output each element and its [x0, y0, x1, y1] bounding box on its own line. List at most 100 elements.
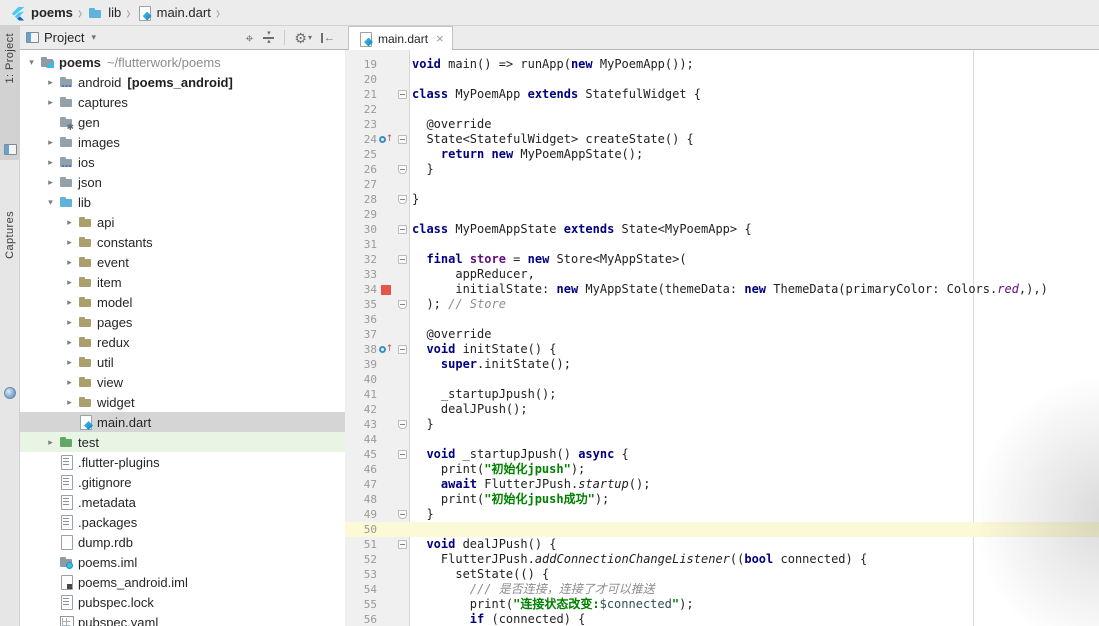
code-line-31[interactable]: 31: [345, 237, 1099, 252]
line-number[interactable]: 34: [345, 282, 377, 297]
line-number[interactable]: 43: [345, 417, 377, 432]
expand-arrow[interactable]: ▸: [62, 297, 77, 308]
code-line-22[interactable]: 22: [345, 102, 1099, 117]
line-number[interactable]: 32: [345, 252, 377, 267]
sidebar-tab-captures[interactable]: Captures: [0, 204, 20, 404]
fold-end-icon[interactable]: [397, 195, 407, 204]
line-number[interactable]: 35: [345, 297, 377, 312]
override-method-icon[interactable]: ↑: [378, 135, 393, 144]
expand-arrow[interactable]: ▸: [43, 97, 58, 108]
expand-arrow[interactable]: ▸: [62, 237, 77, 248]
breadcrumb-item-poems[interactable]: poems: [8, 0, 75, 25]
line-number[interactable]: 30: [345, 222, 377, 237]
code-line-23[interactable]: 23 @override: [345, 117, 1099, 132]
line-number[interactable]: 44: [345, 432, 377, 447]
tree-item-poems-iml[interactable]: poems.iml: [20, 552, 345, 572]
tree-item-gen[interactable]: ✱ gen: [20, 112, 345, 132]
code-line-27[interactable]: 27: [345, 177, 1099, 192]
tree-item-constants[interactable]: ▸ constants: [20, 232, 345, 252]
tree-item-captures[interactable]: ▸ captures: [20, 92, 345, 112]
code-line-43[interactable]: 43 }: [345, 417, 1099, 432]
code-line-48[interactable]: 48 print("初始化jpush成功");: [345, 492, 1099, 507]
tree-item-api[interactable]: ▸ api: [20, 212, 345, 232]
expand-arrow[interactable]: ▾: [43, 197, 58, 208]
fold-end-icon[interactable]: [397, 420, 407, 429]
line-number[interactable]: 53: [345, 567, 377, 582]
locate-icon[interactable]: ⌖: [246, 31, 254, 45]
tree-item-json[interactable]: ▸ json: [20, 172, 345, 192]
tree-item-view[interactable]: ▸ view: [20, 372, 345, 392]
code-line-34[interactable]: 34 initialState: new MyAppState(themeDat…: [345, 282, 1099, 297]
tree-item-dump-rdb[interactable]: dump.rdb: [20, 532, 345, 552]
line-number[interactable]: 45: [345, 447, 377, 462]
code-line-56[interactable]: 56 if (connected) {: [345, 612, 1099, 626]
expand-arrow[interactable]: ▸: [62, 317, 77, 328]
code-line-51[interactable]: 51 void dealJPush() {: [345, 537, 1099, 552]
code-line-30[interactable]: 30 class MyPoemAppState extends State<MyP…: [345, 222, 1099, 237]
project-view-dropdown[interactable]: Project: [44, 30, 84, 45]
code-line-53[interactable]: 53 setState(() {: [345, 567, 1099, 582]
expand-arrow[interactable]: ▸: [62, 397, 77, 408]
line-number[interactable]: 50: [345, 522, 377, 537]
expand-arrow[interactable]: ▾: [24, 57, 39, 68]
line-number[interactable]: 56: [345, 612, 377, 626]
fold-collapse-icon[interactable]: [397, 255, 407, 264]
tree-item-util[interactable]: ▸ util: [20, 352, 345, 372]
line-number[interactable]: 40: [345, 372, 377, 387]
line-number[interactable]: 52: [345, 552, 377, 567]
line-number[interactable]: 24: [345, 132, 377, 147]
line-number[interactable]: 46: [345, 462, 377, 477]
line-number[interactable]: 23: [345, 117, 377, 132]
fold-collapse-icon[interactable]: [397, 90, 407, 99]
expand-arrow[interactable]: ▸: [43, 177, 58, 188]
line-number[interactable]: 19: [345, 57, 377, 72]
line-number[interactable]: 20: [345, 72, 377, 87]
tree-item-android[interactable]: ▸ android [poems_android]: [20, 72, 345, 92]
fold-end-icon[interactable]: [397, 165, 407, 174]
line-number[interactable]: 33: [345, 267, 377, 282]
line-number[interactable]: 29: [345, 207, 377, 222]
code-line-20[interactable]: 20: [345, 72, 1099, 87]
override-method-icon[interactable]: ↑: [378, 345, 393, 354]
line-number[interactable]: 25: [345, 147, 377, 162]
line-number[interactable]: 21: [345, 87, 377, 102]
expand-arrow[interactable]: ▸: [62, 357, 77, 368]
tree-item--gitignore[interactable]: .gitignore: [20, 472, 345, 492]
fold-collapse-icon[interactable]: [397, 225, 407, 234]
tree-item-redux[interactable]: ▸ redux: [20, 332, 345, 352]
hide-panel-icon[interactable]: ←: [321, 32, 335, 43]
line-number[interactable]: 36: [345, 312, 377, 327]
line-number[interactable]: 37: [345, 327, 377, 342]
code-line-25[interactable]: 25 return new MyPoemAppState();: [345, 147, 1099, 162]
tree-item--flutter-plugins[interactable]: .flutter-plugins: [20, 452, 345, 472]
tree-item-poems[interactable]: ▾ poems ~/flutterwork/poems: [20, 52, 345, 72]
code-line-26[interactable]: 26 }: [345, 162, 1099, 177]
code-line-54[interactable]: 54 /// 是否连接，连接了才可以推送: [345, 582, 1099, 597]
code-line-42[interactable]: 42 dealJPush();: [345, 402, 1099, 417]
sidebar-tab-project[interactable]: 1: Project: [0, 26, 20, 160]
tree-item-ios[interactable]: ▸ ios: [20, 152, 345, 172]
code-line-33[interactable]: 33 appReducer,: [345, 267, 1099, 282]
line-number[interactable]: 47: [345, 477, 377, 492]
code-line-47[interactable]: 47 await FlutterJPush.startup();: [345, 477, 1099, 492]
line-number[interactable]: 26: [345, 162, 377, 177]
code-line-29[interactable]: 29: [345, 207, 1099, 222]
expand-arrow[interactable]: ▸: [62, 277, 77, 288]
line-number[interactable]: 48: [345, 492, 377, 507]
breadcrumb-item-main-dart[interactable]: main.dart: [134, 0, 213, 25]
code-line-41[interactable]: 41 _startupJpush();: [345, 387, 1099, 402]
code-line-35[interactable]: 35 ); // Store: [345, 297, 1099, 312]
tree-item-widget[interactable]: ▸ widget: [20, 392, 345, 412]
tree-item-pages[interactable]: ▸ pages: [20, 312, 345, 332]
tree-item-model[interactable]: ▸ model: [20, 292, 345, 312]
expand-arrow[interactable]: ▸: [43, 157, 58, 168]
line-number[interactable]: 49: [345, 507, 377, 522]
code-line-49[interactable]: 49 }: [345, 507, 1099, 522]
code-line-50[interactable]: 50: [345, 522, 1099, 537]
code-line-55[interactable]: 55 print("连接状态改变:$connected");: [345, 597, 1099, 612]
close-icon[interactable]: ×: [436, 32, 444, 45]
line-number[interactable]: 51: [345, 537, 377, 552]
line-number[interactable]: 28: [345, 192, 377, 207]
line-number[interactable]: 41: [345, 387, 377, 402]
line-number[interactable]: 27: [345, 177, 377, 192]
